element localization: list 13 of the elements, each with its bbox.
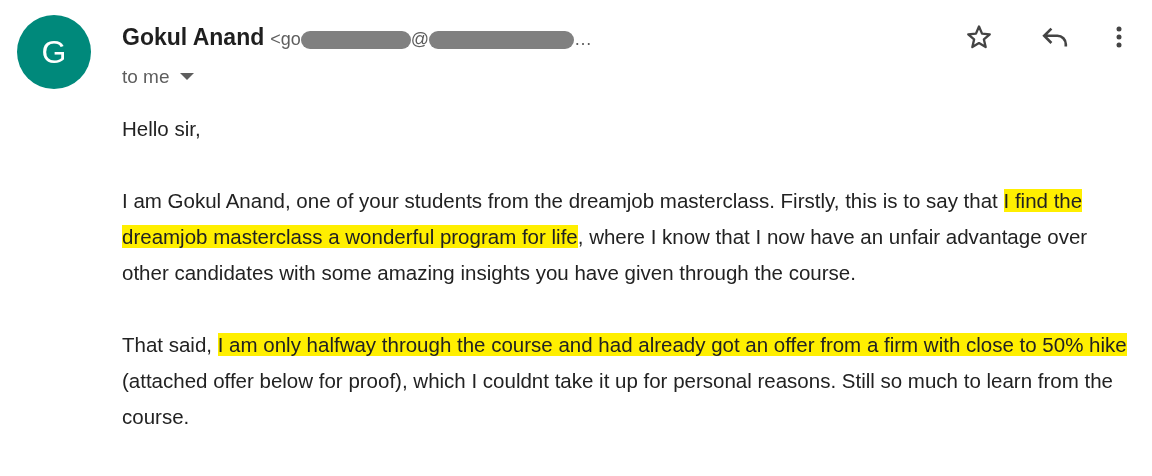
greeting: Hello sir,: [122, 116, 202, 142]
email-text: @: [410, 28, 430, 51]
avatar: G: [17, 15, 91, 89]
email-text: …: [574, 28, 593, 51]
more-options-icon[interactable]: [1116, 26, 1122, 48]
body-paragraph: I am Gokul Anand, one of your students from the dreamjob masterclass. Firstly, this is to say that I find the dreamjob masterclass a wonderful program for life, where I know that I now have an unfair advantage over other candidates with some amazing insights you have given through the course.: [122, 188, 1089, 286]
reply-icon[interactable]: [1040, 25, 1070, 49]
body-paragraph: That said, I am only halfway through the course and had already got an offer from a firm with close to 50% hike (attached offer below for proof), which I couldnt take it up for personal reasons. Still so much to learn from the course.: [122, 332, 1128, 430]
recipient-label[interactable]: to me: [122, 62, 170, 91]
caret-icon[interactable]: [179, 72, 194, 81]
star-icon[interactable]: [964, 23, 994, 51]
email-text: <go: [270, 28, 301, 51]
sender-name: Gokul Anand: [122, 23, 265, 52]
